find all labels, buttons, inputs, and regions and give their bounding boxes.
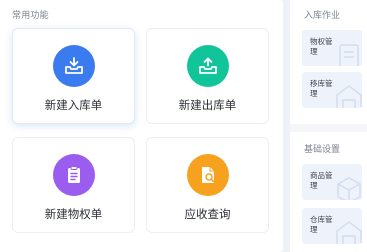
transfer-management-label: 移库管理 — [310, 79, 333, 98]
document-search-icon — [186, 154, 229, 196]
inbox-upload-icon — [186, 45, 229, 87]
panel-divider — [283, 0, 290, 252]
new-outbound-order-label: 新建出库单 — [178, 100, 237, 112]
property-management-shortcut[interactable]: 物权管理 — [302, 30, 362, 66]
warehouse-deco-icon — [336, 85, 362, 108]
new-outbound-order-button[interactable]: 新建出库单 — [146, 28, 269, 124]
basic-settings-title: 基础设置 — [304, 144, 341, 154]
new-inbound-order-button[interactable]: 新建入库单 — [12, 28, 135, 124]
new-property-order-button[interactable]: 新建物权单 — [12, 137, 135, 233]
receivables-query-button[interactable]: 应收查询 — [146, 137, 269, 233]
property-management-label: 物权管理 — [310, 37, 333, 56]
box-deco-icon — [337, 177, 361, 200]
warehouse-deco-icon — [336, 221, 362, 244]
document-list-icon — [52, 154, 95, 196]
warehouse-management-label: 仓库管理 — [310, 215, 333, 234]
new-inbound-order-label: 新建入库单 — [44, 100, 103, 112]
warehouse-ops-title: 入库作业 — [304, 10, 341, 20]
warehouse-ops-block: 入库作业 物权管理 移库管理 — [290, 0, 367, 124]
new-property-order-label: 新建物权单 — [44, 209, 103, 221]
dashboard: 常用功能 新建入库单 新建出库单 新建物权单 应收查询 入库作业 物权管理 移库… — [0, 0, 367, 252]
warehouse-management-shortcut[interactable]: 仓库管理 — [302, 208, 362, 244]
transfer-management-shortcut[interactable]: 移库管理 — [302, 72, 362, 108]
inbox-download-icon — [52, 45, 95, 87]
document-deco-icon — [339, 44, 359, 66]
common-functions-panel: 常用功能 新建入库单 新建出库单 新建物权单 应收查询 — [0, 0, 283, 252]
product-management-shortcut[interactable]: 商品管理 — [302, 164, 362, 200]
side-shortcuts-panel: 入库作业 物权管理 移库管理 基础设置 商品管理 仓库管理 — [290, 0, 367, 252]
receivables-query-label: 应收查询 — [184, 209, 231, 221]
basic-settings-block: 基础设置 商品管理 仓库管理 — [290, 132, 367, 252]
product-management-label: 商品管理 — [310, 171, 333, 190]
common-functions-title: 常用功能 — [12, 10, 49, 20]
